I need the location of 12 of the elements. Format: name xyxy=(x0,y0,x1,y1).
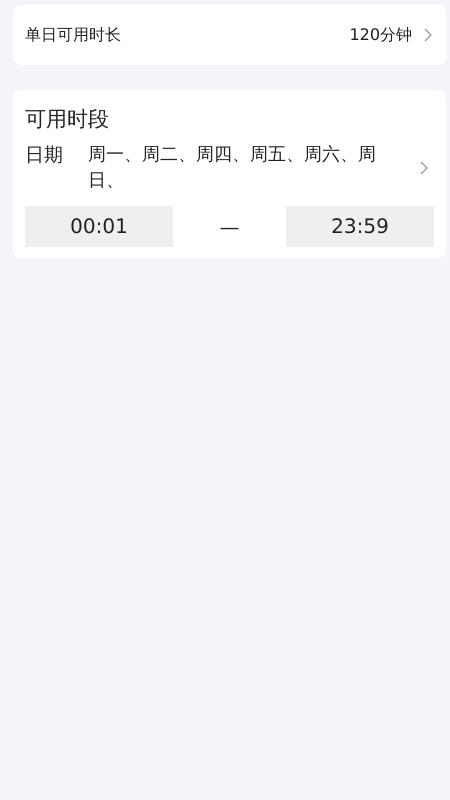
daily-limit-row[interactable]: 单日可用时长 120分钟 xyxy=(13,5,446,65)
end-time-field[interactable]: 23:59 xyxy=(286,206,434,247)
chevron-right-icon xyxy=(424,28,432,42)
time-separator: — xyxy=(220,214,240,238)
chevron-right-icon xyxy=(420,161,428,175)
date-label: 日期 xyxy=(25,143,64,168)
start-time-field[interactable]: 00:01 xyxy=(25,206,173,247)
section-title: 可用时段 xyxy=(25,106,110,133)
days-value: 周一、周二、周四、周五、周六、周日、 xyxy=(88,143,377,193)
setting-label: 单日可用时长 xyxy=(25,24,121,46)
setting-value: 120分钟 xyxy=(349,24,412,46)
date-row[interactable]: 日期 周一、周二、周四、周五、周六、周日、 xyxy=(25,142,434,194)
